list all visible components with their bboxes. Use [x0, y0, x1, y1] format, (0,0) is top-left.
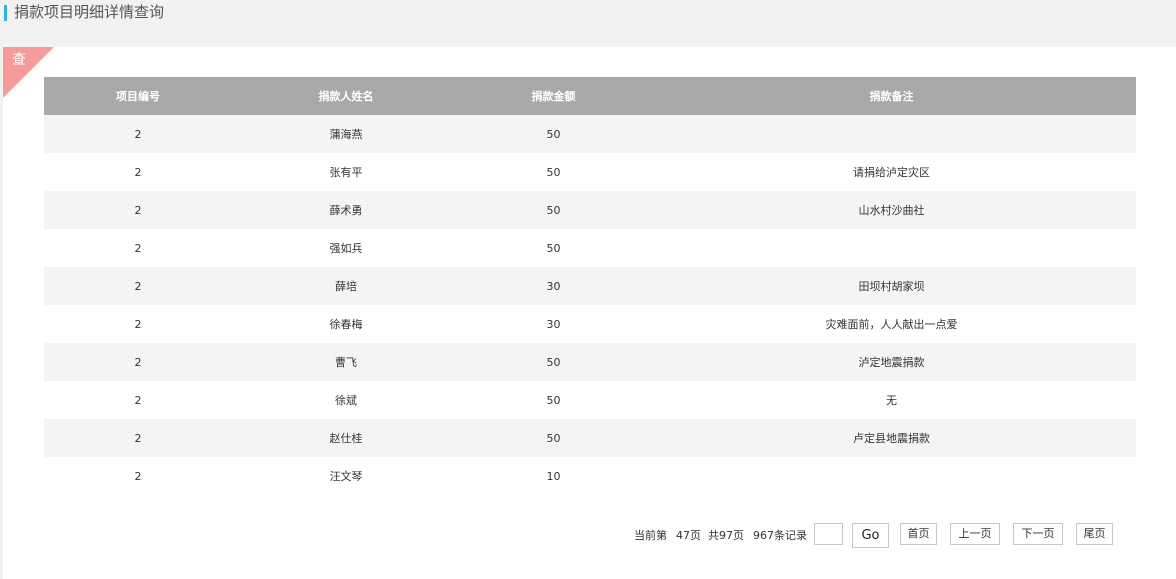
cell-remark: 灾难面前，人人献出一点爱: [647, 305, 1136, 343]
cell-project-id: 2: [44, 457, 232, 495]
table-row: 2 徐斌 50 无: [44, 381, 1136, 419]
cell-remark: [647, 457, 1136, 495]
column-header-donor-name: 捐款人姓名: [232, 77, 460, 115]
page-number-input[interactable]: [814, 523, 843, 545]
cell-remark: 泸定地震捐款: [647, 343, 1136, 381]
table-row: 2 曹飞 50 泸定地震捐款: [44, 343, 1136, 381]
table-row: 2 徐春梅 30 灾难面前，人人献出一点爱: [44, 305, 1136, 343]
cell-donor-name: 汪文琴: [232, 457, 460, 495]
cell-donor-name: 薛培: [232, 267, 460, 305]
cell-donor-name: 强如兵: [232, 229, 460, 267]
cell-remark: 无: [647, 381, 1136, 419]
table-body: 2 蒲海燕 50 2 张有平 50 请捐给泸定灾区 2 薛术勇 50 山水村沙曲社 2 强如兵 50 2 薛培…: [44, 115, 1136, 495]
cell-amount: 50: [460, 381, 647, 419]
cell-project-id: 2: [44, 191, 232, 229]
cell-donor-name: 张有平: [232, 153, 460, 191]
cell-donor-name: 徐斌: [232, 381, 460, 419]
cell-project-id: 2: [44, 305, 232, 343]
cell-project-id: 2: [44, 381, 232, 419]
table-row: 2 强如兵 50: [44, 229, 1136, 267]
donation-table: 项目编号 捐款人姓名 捐款金额 捐款备注 2 蒲海燕 50 2 张有平 50 请捐给泸定灾区…: [44, 77, 1136, 495]
pager-total-records: 967条记录: [753, 529, 807, 542]
page-header: 捐款项目明细详情查询: [0, 0, 1176, 47]
cell-donor-name: 曹飞: [232, 343, 460, 381]
cell-amount: 30: [460, 267, 647, 305]
cell-amount: 50: [460, 419, 647, 457]
column-header-project-id: 项目编号: [44, 77, 232, 115]
cell-remark: 卢定县地震捐款: [647, 419, 1136, 457]
cell-amount: 50: [460, 229, 647, 267]
prev-page-button[interactable]: 上一页: [950, 523, 1000, 545]
page-title: 捐款项目明细详情查询: [14, 3, 165, 21]
cell-remark: 请捐给泸定灾区: [647, 153, 1136, 191]
results-panel: 查 项目编号 捐款人姓名 捐款金额 捐款备注 2 蒲海燕 50 2 张有平 50 请捐给泸定…: [3, 47, 1176, 579]
cell-project-id: 2: [44, 267, 232, 305]
column-header-amount: 捐款金额: [460, 77, 647, 115]
cell-remark: 田坝村胡家坝: [647, 267, 1136, 305]
cell-amount: 10: [460, 457, 647, 495]
cell-remark: 山水村沙曲社: [647, 191, 1136, 229]
last-page-button[interactable]: 尾页: [1076, 523, 1113, 545]
pager-current-label: 当前第: [634, 529, 667, 542]
cell-project-id: 2: [44, 343, 232, 381]
first-page-button[interactable]: 首页: [900, 523, 937, 545]
cell-amount: 50: [460, 115, 647, 153]
cell-project-id: 2: [44, 229, 232, 267]
cell-amount: 50: [460, 191, 647, 229]
table-row: 2 薛培 30 田坝村胡家坝: [44, 267, 1136, 305]
cell-project-id: 2: [44, 115, 232, 153]
cell-remark: [647, 229, 1136, 267]
table-row: 2 薛术勇 50 山水村沙曲社: [44, 191, 1136, 229]
cell-donor-name: 薛术勇: [232, 191, 460, 229]
cell-project-id: 2: [44, 419, 232, 457]
title-accent-bar: [4, 5, 7, 21]
cell-amount: 30: [460, 305, 647, 343]
next-page-button[interactable]: 下一页: [1013, 523, 1063, 545]
table-row: 2 蒲海燕 50: [44, 115, 1136, 153]
corner-ribbon-label: 查: [12, 52, 26, 68]
table-header-row: 项目编号 捐款人姓名 捐款金额 捐款备注: [44, 77, 1136, 115]
cell-donor-name: 赵仕桂: [232, 419, 460, 457]
table-row: 2 汪文琴 10: [44, 457, 1136, 495]
cell-amount: 50: [460, 153, 647, 191]
pager-total-pages: 共97页: [708, 529, 744, 542]
go-button[interactable]: Go: [852, 523, 889, 548]
pager-current-page: 47页: [676, 529, 701, 542]
cell-donor-name: 蒲海燕: [232, 115, 460, 153]
cell-amount: 50: [460, 343, 647, 381]
table-row: 2 赵仕桂 50 卢定县地震捐款: [44, 419, 1136, 457]
cell-project-id: 2: [44, 153, 232, 191]
cell-donor-name: 徐春梅: [232, 305, 460, 343]
column-header-remark: 捐款备注: [647, 77, 1136, 115]
cell-remark: [647, 115, 1136, 153]
table-row: 2 张有平 50 请捐给泸定灾区: [44, 153, 1136, 191]
